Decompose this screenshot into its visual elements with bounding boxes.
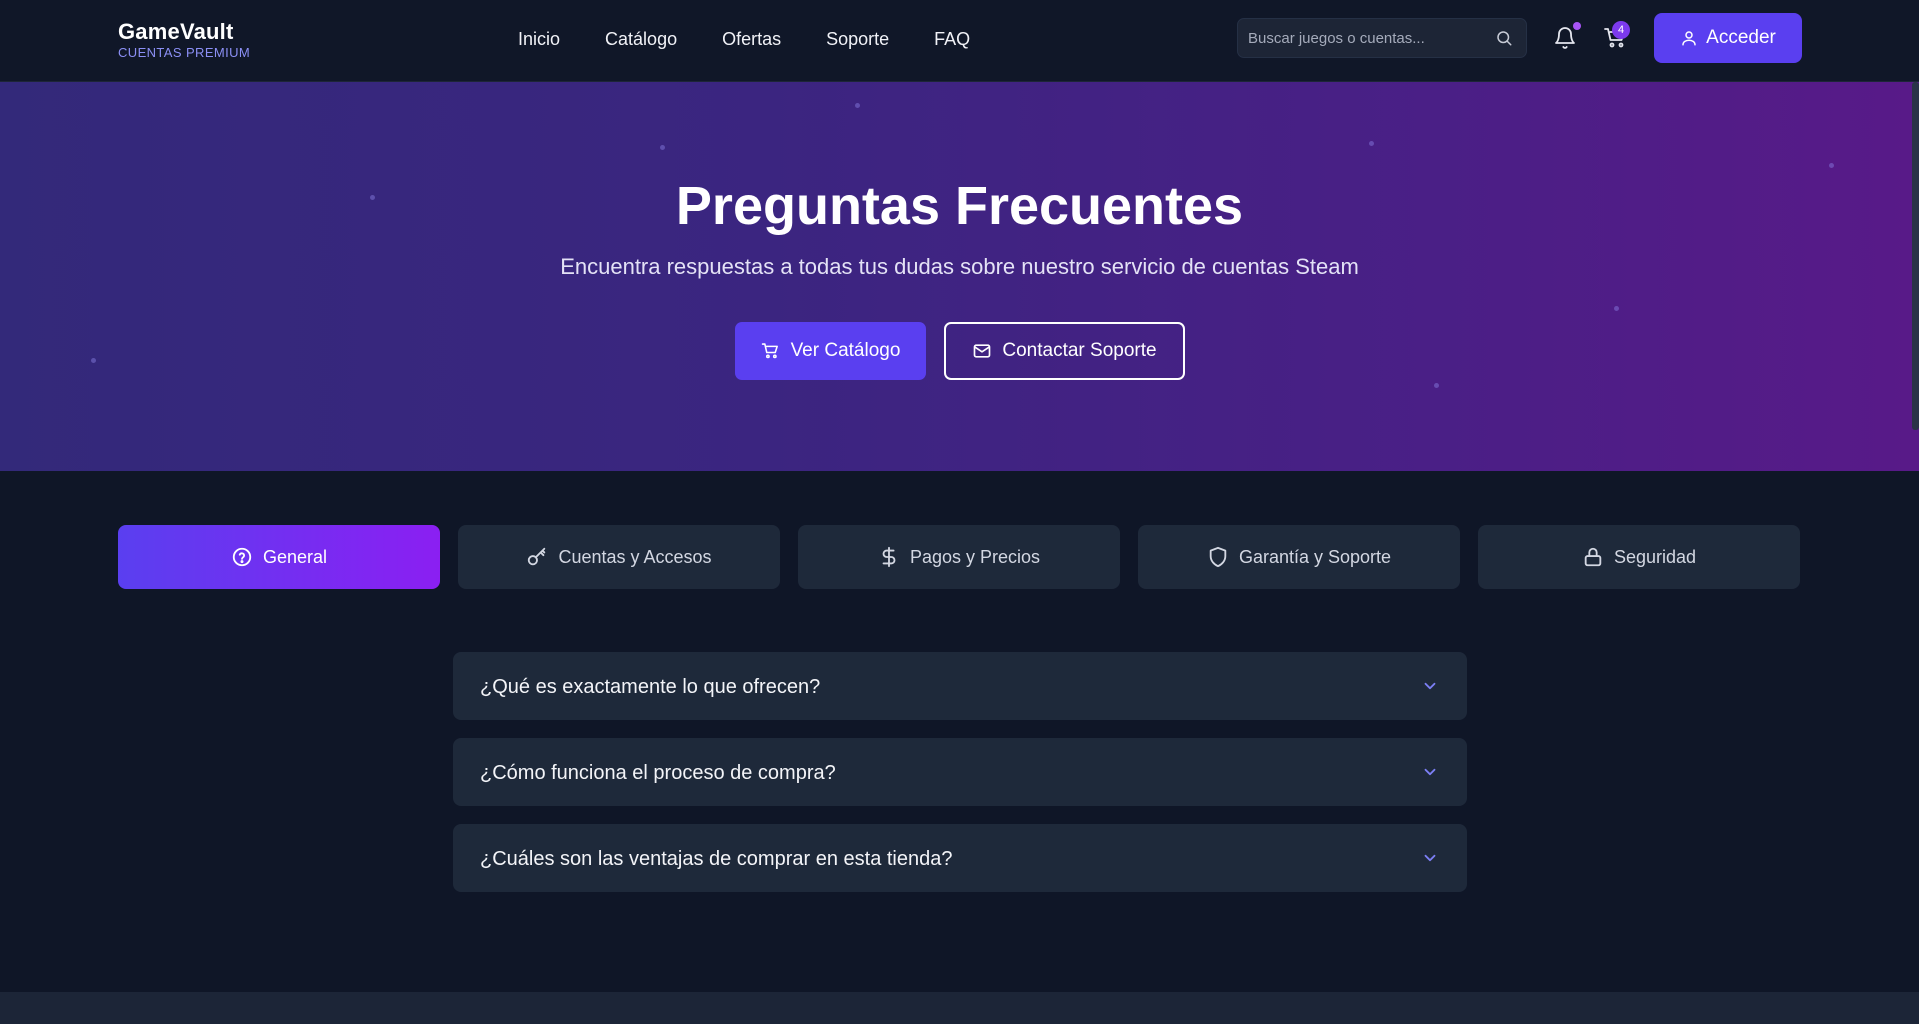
chevron-down-icon[interactable] [1421, 849, 1439, 867]
footer [0, 992, 1919, 1024]
faq-item[interactable]: ¿Qué es exactamente lo que ofrecen? [453, 652, 1467, 720]
cart-icon [761, 343, 778, 359]
mail-icon [974, 344, 991, 358]
nav-link-faq[interactable]: FAQ [934, 27, 970, 51]
search-box [1237, 18, 1527, 58]
hero-banner: Preguntas Frecuentes Encuentra respuesta… [0, 82, 1919, 471]
nav-link-catalogo[interactable]: Catálogo [605, 27, 677, 51]
faq-question: ¿Cómo funciona el proceso de compra? [480, 762, 836, 784]
chevron-down-icon[interactable] [1421, 763, 1439, 781]
tab-general[interactable]: General [118, 525, 440, 589]
page-title: Preguntas Frecuentes [675, 176, 1244, 236]
tab-label: Garantía y Soporte [1238, 546, 1392, 567]
tab-seguridad[interactable]: Seguridad [1478, 525, 1800, 589]
decor-dot [1434, 383, 1439, 388]
lock-icon [1584, 547, 1602, 567]
login-button[interactable]: Acceder [1654, 13, 1802, 63]
tab-label: Pagos y Precios [909, 546, 1041, 567]
shield-icon [1209, 546, 1227, 568]
faq-item[interactable]: ¿Cuáles son las ventajas de comprar en e… [453, 824, 1467, 892]
user-icon [1682, 31, 1696, 46]
decor-dot [660, 145, 665, 150]
login-button-label: Acceder [1706, 27, 1776, 48]
dollar-icon [882, 546, 896, 568]
search-icon[interactable] [1495, 29, 1513, 47]
faq-question: ¿Cuáles son las ventajas de comprar en e… [480, 848, 953, 870]
nav-link-inicio[interactable]: Inicio [518, 27, 560, 51]
tab-pagos-y-precios[interactable]: Pagos y Precios [798, 525, 1120, 589]
page-subtitle: Encuentra respuestas a todas tus dudas s… [560, 254, 1359, 279]
scrollbar[interactable] [1912, 82, 1919, 430]
brand-logo[interactable]: GameVault CUENTAS PREMIUM [118, 19, 250, 60]
top-header: GameVault CUENTAS PREMIUM Inicio Catálog… [0, 0, 1919, 82]
chevron-down-icon[interactable] [1421, 677, 1439, 695]
question-circle-icon [232, 547, 252, 567]
main-nav: Inicio Catálogo Ofertas Soporte FAQ [518, 27, 970, 51]
decor-dot [1614, 306, 1619, 311]
view-catalog-label: Ver Catálogo [790, 340, 901, 361]
decor-dot [91, 358, 96, 363]
bell-icon[interactable] [1553, 26, 1577, 50]
key-icon [528, 547, 546, 566]
search-input[interactable] [1248, 19, 1488, 57]
tab-label: General [262, 546, 328, 567]
brand-tagline: CUENTAS PREMIUM [118, 45, 251, 60]
faq-item[interactable]: ¿Cómo funciona el proceso de compra? [453, 738, 1467, 806]
nav-link-soporte[interactable]: Soporte [826, 27, 889, 51]
decor-dot [1829, 163, 1834, 168]
contact-support-button[interactable]: Contactar Soporte [944, 322, 1185, 380]
tab-label: Cuentas y Accesos [558, 546, 712, 567]
view-catalog-button[interactable]: Ver Catálogo [735, 322, 926, 380]
faq-category-tabs: General Cuentas y Accesos Pagos y Precio… [118, 525, 1800, 589]
brand-name: GameVault [118, 19, 234, 44]
faq-question: ¿Qué es exactamente lo que ofrecen? [480, 676, 821, 698]
notification-dot [1573, 22, 1581, 30]
tab-garantia-y-soporte[interactable]: Garantía y Soporte [1138, 525, 1460, 589]
cart-count-badge: 4 [1612, 21, 1630, 39]
contact-support-label: Contactar Soporte [1002, 340, 1157, 361]
page: GameVault CUENTAS PREMIUM Inicio Catálog… [0, 0, 1919, 1024]
decor-dot [855, 103, 860, 108]
nav-link-ofertas[interactable]: Ofertas [722, 27, 781, 51]
tab-cuentas-y-accesos[interactable]: Cuentas y Accesos [458, 525, 780, 589]
tab-label: Seguridad [1613, 546, 1697, 567]
decor-dot [1369, 141, 1374, 146]
faq-list: ¿Qué es exactamente lo que ofrecen? ¿Cóm… [453, 652, 1467, 910]
